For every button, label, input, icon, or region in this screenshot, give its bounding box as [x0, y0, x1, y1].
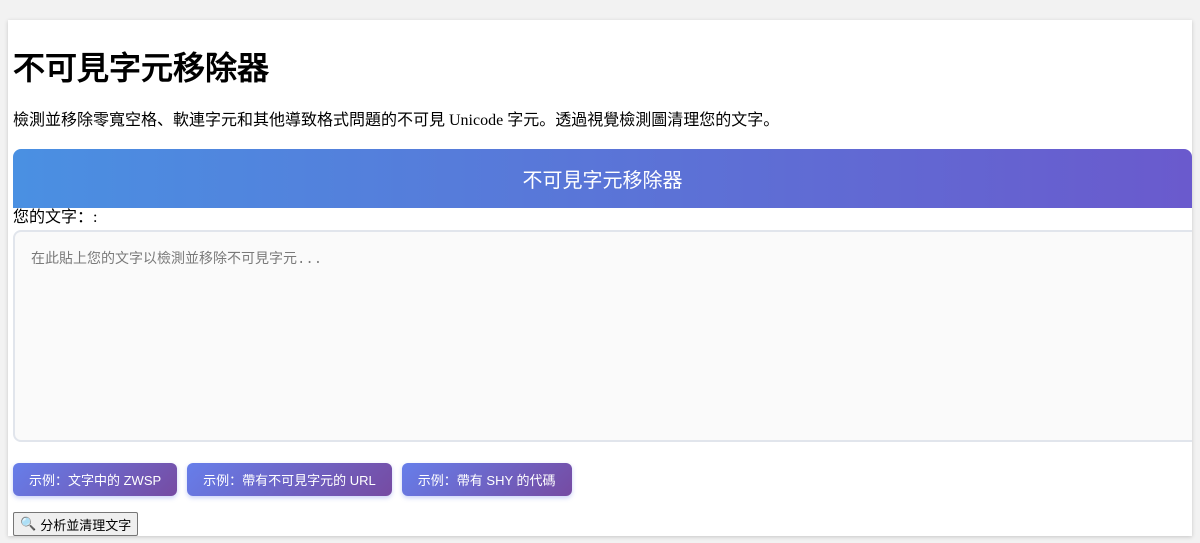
- analyze-clean-label: 分析並清理文字: [40, 517, 132, 533]
- example-url-button[interactable]: 示例：帶有不可見字元的 URL: [187, 463, 392, 496]
- example-buttons: 示例：文字中的 ZWSP 示例：帶有不可見字元的 URL 示例：帶有 SHY 的…: [13, 463, 572, 496]
- magnifier-icon: 🔍: [20, 516, 37, 531]
- page-container: 不可見字元移除器 檢測並移除零寬空格、軟連字元和其他導致格式問題的不可見 Uni…: [8, 20, 1192, 536]
- tool-header-title: 不可見字元移除器: [522, 170, 683, 192]
- example-shy-code-button[interactable]: 示例：帶有 SHY 的代碼: [401, 463, 572, 496]
- main-content: 不可見字元移除器 檢測並移除零寬空格、軟連字元和其他導致格式問題的不可見 Uni…: [13, 20, 1192, 536]
- page-title: 不可見字元移除器: [13, 50, 270, 86]
- example-zwsp-button[interactable]: 示例：文字中的 ZWSP: [13, 463, 178, 496]
- text-input-label: 您的文字：:: [13, 209, 98, 226]
- analyze-clean-button[interactable]: 🔍 分析並清理文字: [13, 512, 139, 536]
- page-description: 檢測並移除零寬空格、軟連字元和其他導致格式問題的不可見 Unicode 字元。透…: [13, 112, 780, 129]
- tool-header: 不可見字元移除器: [13, 149, 1192, 208]
- text-input[interactable]: [13, 230, 1192, 442]
